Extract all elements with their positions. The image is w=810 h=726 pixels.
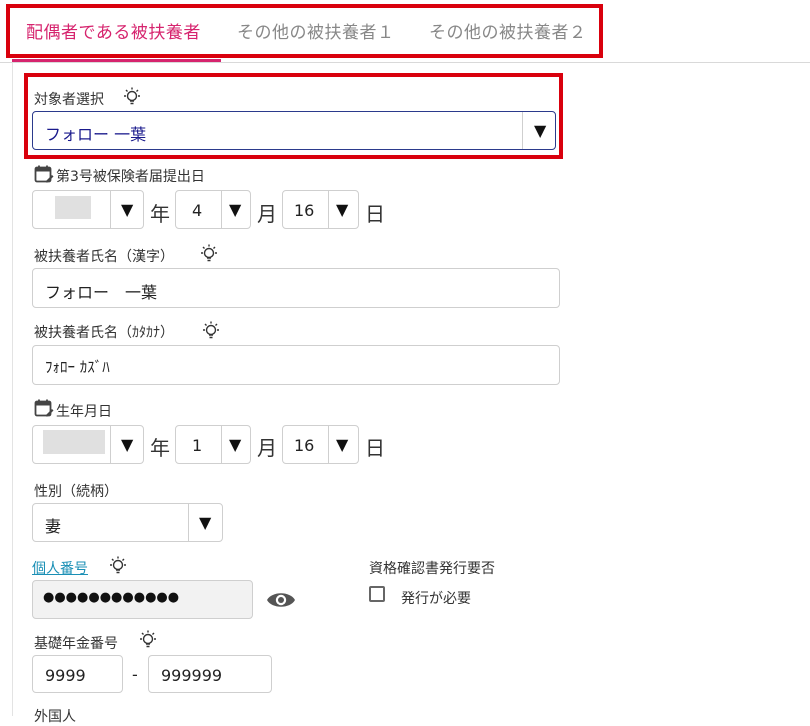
calendar-edit-icon [34, 165, 54, 183]
certificate-label: 資格確認書発行要否 [369, 561, 495, 577]
chevron-down-icon: ▼ [121, 200, 134, 219]
pension-part1-input[interactable]: 9999 [32, 655, 123, 693]
chevron-down-icon: ▼ [199, 513, 212, 532]
birth-month-select[interactable]: 1 ▼ [175, 425, 251, 464]
certificate-checkbox-label: 発行が必要 [401, 591, 471, 607]
pension-label: 基礎年金番号 [34, 636, 118, 652]
relation-label: 性別（続柄） [34, 484, 118, 500]
target-label: 対象者選択 [34, 92, 104, 108]
certificate-checkbox[interactable] [369, 586, 385, 602]
month-unit: 月 [257, 202, 277, 226]
name-kanji-input[interactable]: フォロー 一葉 [32, 268, 560, 308]
day-unit: 日 [365, 436, 385, 460]
pension-dash: - [132, 665, 138, 684]
pension-part2-input[interactable]: 999999 [148, 655, 272, 693]
birth-day-value: 16 [294, 436, 315, 455]
lightbulb-icon[interactable] [137, 629, 159, 651]
birth-year-select[interactable]: ▼ [32, 425, 144, 464]
select-separator [188, 504, 189, 541]
submission-day-value: 16 [294, 201, 315, 220]
chevron-down-icon: ▼ [336, 435, 349, 454]
content-left-border [12, 63, 13, 716]
tabbar-divider [0, 62, 810, 63]
name-kana-value: ﾌｫﾛｰ ｶｽﾞﾊ [45, 358, 110, 376]
chevron-down-icon: ▼ [336, 200, 349, 219]
month-unit: 月 [257, 436, 277, 460]
relation-select[interactable]: 妻 ▼ [32, 503, 223, 542]
select-separator [110, 426, 111, 463]
submission-year-select[interactable]: ▼ [32, 190, 144, 229]
submission-month-value: 4 [192, 201, 203, 220]
foreigner-label: 外国人 [34, 709, 76, 725]
submission-month-select[interactable]: 4 ▼ [175, 190, 251, 229]
redacted-year [55, 196, 91, 219]
chevron-down-icon: ▼ [534, 121, 547, 140]
redacted-year [43, 430, 105, 454]
my-number-input[interactable]: ●●●●●●●●●●●● [32, 580, 253, 619]
year-unit: 年 [150, 202, 170, 226]
my-number-link[interactable]: 個人番号 [32, 558, 88, 578]
my-number-masked-value: ●●●●●●●●●●●● [43, 590, 180, 605]
target-select-value: フォロー 一葉 [45, 125, 147, 144]
tab-spouse-dependent[interactable]: 配偶者である被扶養者 [26, 18, 201, 43]
lightbulb-icon[interactable] [198, 243, 220, 265]
birth-month-value: 1 [192, 436, 203, 455]
select-separator [328, 191, 329, 228]
lightbulb-icon[interactable] [121, 86, 143, 108]
name-kana-input[interactable]: ﾌｫﾛｰ ｶｽﾞﾊ [32, 345, 560, 385]
select-separator [110, 191, 111, 228]
name-kana-label: 被扶養者氏名（ｶﾀｶﾅ） [34, 325, 174, 341]
name-kanji-label: 被扶養者氏名（漢字） [34, 249, 174, 265]
tab-other-dependent-2[interactable]: その他の被扶養者２ [429, 18, 587, 43]
chevron-down-icon: ▼ [229, 200, 242, 219]
chevron-down-icon: ▼ [229, 435, 242, 454]
submission-date-label: 第3号被保険者届提出日 [56, 169, 205, 185]
pension-part2-value: 999999 [161, 666, 223, 685]
relation-value: 妻 [45, 517, 62, 536]
select-separator [522, 112, 523, 149]
year-unit: 年 [150, 436, 170, 460]
pension-part1-value: 9999 [45, 666, 86, 685]
select-separator [221, 191, 222, 228]
target-select[interactable]: フォロー 一葉 ▼ [32, 111, 556, 150]
tab-other-dependent-1[interactable]: その他の被扶養者１ [237, 18, 395, 43]
select-separator [221, 426, 222, 463]
lightbulb-icon[interactable] [200, 320, 222, 342]
chevron-down-icon: ▼ [121, 435, 134, 454]
submission-day-select[interactable]: 16 ▼ [282, 190, 359, 229]
calendar-edit-icon [34, 399, 54, 417]
select-separator [328, 426, 329, 463]
birthdate-label: 生年月日 [56, 404, 112, 420]
eye-icon[interactable] [266, 589, 296, 611]
day-unit: 日 [365, 202, 385, 226]
birth-day-select[interactable]: 16 ▼ [282, 425, 359, 464]
lightbulb-icon[interactable] [107, 555, 129, 577]
name-kanji-value: フォロー 一葉 [45, 283, 158, 302]
